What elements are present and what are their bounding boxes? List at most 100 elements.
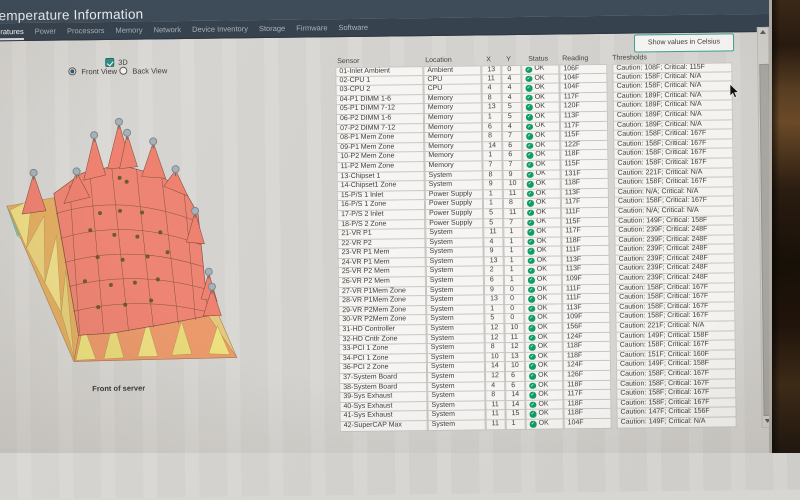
cell-status: OK — [524, 323, 562, 333]
cell-status: OK — [524, 295, 562, 305]
cell-status: OK — [525, 333, 563, 343]
cell-status: OK — [522, 122, 560, 132]
ok-check-icon — [526, 133, 533, 140]
cell-reading: 111F — [561, 208, 609, 218]
cell-reading: 113F — [562, 256, 610, 266]
cell-status: OK — [523, 208, 561, 218]
cell-reading: 109F — [562, 313, 610, 323]
cell-y: 0 — [501, 65, 521, 75]
cell-reading: 113F — [562, 265, 610, 275]
cell-thresholds: Caution: 149F; Critical: N/A — [617, 417, 737, 428]
ok-check-icon — [529, 334, 536, 341]
cell-y: 13 — [505, 353, 525, 363]
ok-check-icon — [529, 344, 536, 351]
ok-check-icon — [529, 402, 536, 409]
ok-check-icon — [529, 382, 536, 389]
cell-status: OK — [524, 247, 562, 257]
cell-y: 4 — [502, 84, 522, 94]
scroll-up-icon[interactable] — [760, 30, 766, 34]
cell-reading: 124F — [563, 361, 611, 371]
tab-device-inventory[interactable]: Device Inventory — [192, 20, 248, 38]
cell-x: 1 — [484, 305, 504, 315]
cell-status: OK — [526, 410, 564, 420]
col-header-thresholds: Thresholds — [612, 54, 647, 61]
cell-x: 6 — [484, 276, 504, 286]
cell-reading: 120F — [560, 102, 608, 112]
cell-status: OK — [524, 276, 562, 286]
cell-status: OK — [523, 180, 561, 190]
cell-status: OK — [526, 419, 564, 429]
tab-temperatures[interactable]: Temperatures — [0, 23, 24, 41]
cell-x: 5 — [484, 315, 504, 325]
cell-status: OK — [522, 103, 560, 113]
tab-network[interactable]: Network — [153, 21, 181, 38]
cell-x: 12 — [484, 324, 504, 334]
cell-y: 1 — [503, 228, 523, 238]
cell-x: 8 — [485, 391, 505, 401]
cell-status: OK — [522, 112, 560, 122]
ok-check-icon — [526, 95, 533, 102]
cell-x: 8 — [485, 343, 505, 353]
cell-status: OK — [525, 371, 563, 381]
cell-y: 7 — [503, 218, 523, 228]
cell-y: 9 — [503, 170, 523, 180]
cell-x: 14 — [482, 142, 502, 152]
ok-check-icon — [528, 306, 535, 313]
cell-x: 5 — [483, 219, 503, 229]
cell-reading: 115F — [560, 160, 608, 170]
cell-y: 0 — [504, 305, 524, 315]
ok-check-icon — [527, 210, 534, 217]
ok-check-icon — [528, 296, 535, 303]
cell-status: OK — [523, 237, 561, 247]
cell-reading: 115F — [560, 131, 608, 141]
cell-reading: 118F — [563, 342, 611, 352]
tab-software[interactable]: Software — [338, 19, 368, 36]
cell-y: 1 — [504, 276, 524, 286]
3d-checkbox[interactable] — [105, 58, 114, 67]
screen-content: Temperature Information TemperaturesPowe… — [0, 0, 777, 462]
tab-storage[interactable]: Storage — [259, 20, 285, 37]
cell-reading: 117F — [563, 390, 611, 400]
cell-reading: 104F — [559, 73, 607, 83]
cell-x: 4 — [482, 84, 502, 94]
cell-y: 5 — [502, 113, 522, 123]
ok-check-icon — [526, 85, 533, 92]
cell-reading: 118F — [563, 380, 611, 390]
cell-reading: 126F — [563, 371, 611, 381]
tab-memory[interactable]: Memory — [115, 22, 142, 39]
cell-x: 11 — [481, 75, 501, 85]
cell-status: OK — [522, 160, 560, 170]
cell-status: OK — [522, 151, 560, 161]
cell-status: OK — [524, 266, 562, 276]
cell-reading: 104F — [564, 419, 612, 429]
cell-reading: 118F — [561, 237, 609, 247]
cell-y: 6 — [502, 151, 522, 161]
ok-check-icon — [526, 114, 533, 121]
cell-reading: 115F — [561, 217, 609, 227]
cell-y: 7 — [502, 161, 522, 171]
cell-y: 11 — [503, 209, 523, 219]
show-celsius-button[interactable]: Show values in Celsius — [634, 33, 734, 52]
ok-check-icon — [528, 286, 535, 293]
cell-status: OK — [525, 391, 563, 401]
ok-check-icon — [525, 75, 532, 82]
ok-check-icon — [528, 277, 535, 284]
cell-reading: 156F — [562, 323, 610, 333]
ok-check-icon — [527, 219, 534, 226]
tab-power[interactable]: Power — [35, 23, 56, 40]
cell-reading: 113F — [562, 304, 610, 314]
tab-processors[interactable]: Processors — [67, 22, 105, 39]
ok-check-icon — [527, 200, 534, 207]
cell-x: 8 — [483, 171, 503, 181]
cell-x: 12 — [485, 372, 505, 382]
cell-y: 4 — [502, 122, 522, 132]
cell-status: OK — [523, 170, 561, 180]
cell-reading: 131F — [561, 169, 609, 179]
cell-reading: 124F — [563, 332, 611, 342]
tab-firmware[interactable]: Firmware — [296, 19, 327, 36]
ok-check-icon — [527, 181, 534, 188]
sensor-table: 01-Inlet AmbientAmbient130OK106FCaution:… — [0, 62, 776, 436]
cell-status: OK — [524, 285, 562, 295]
cell-x: 8 — [482, 132, 502, 142]
ok-check-icon — [526, 162, 533, 169]
